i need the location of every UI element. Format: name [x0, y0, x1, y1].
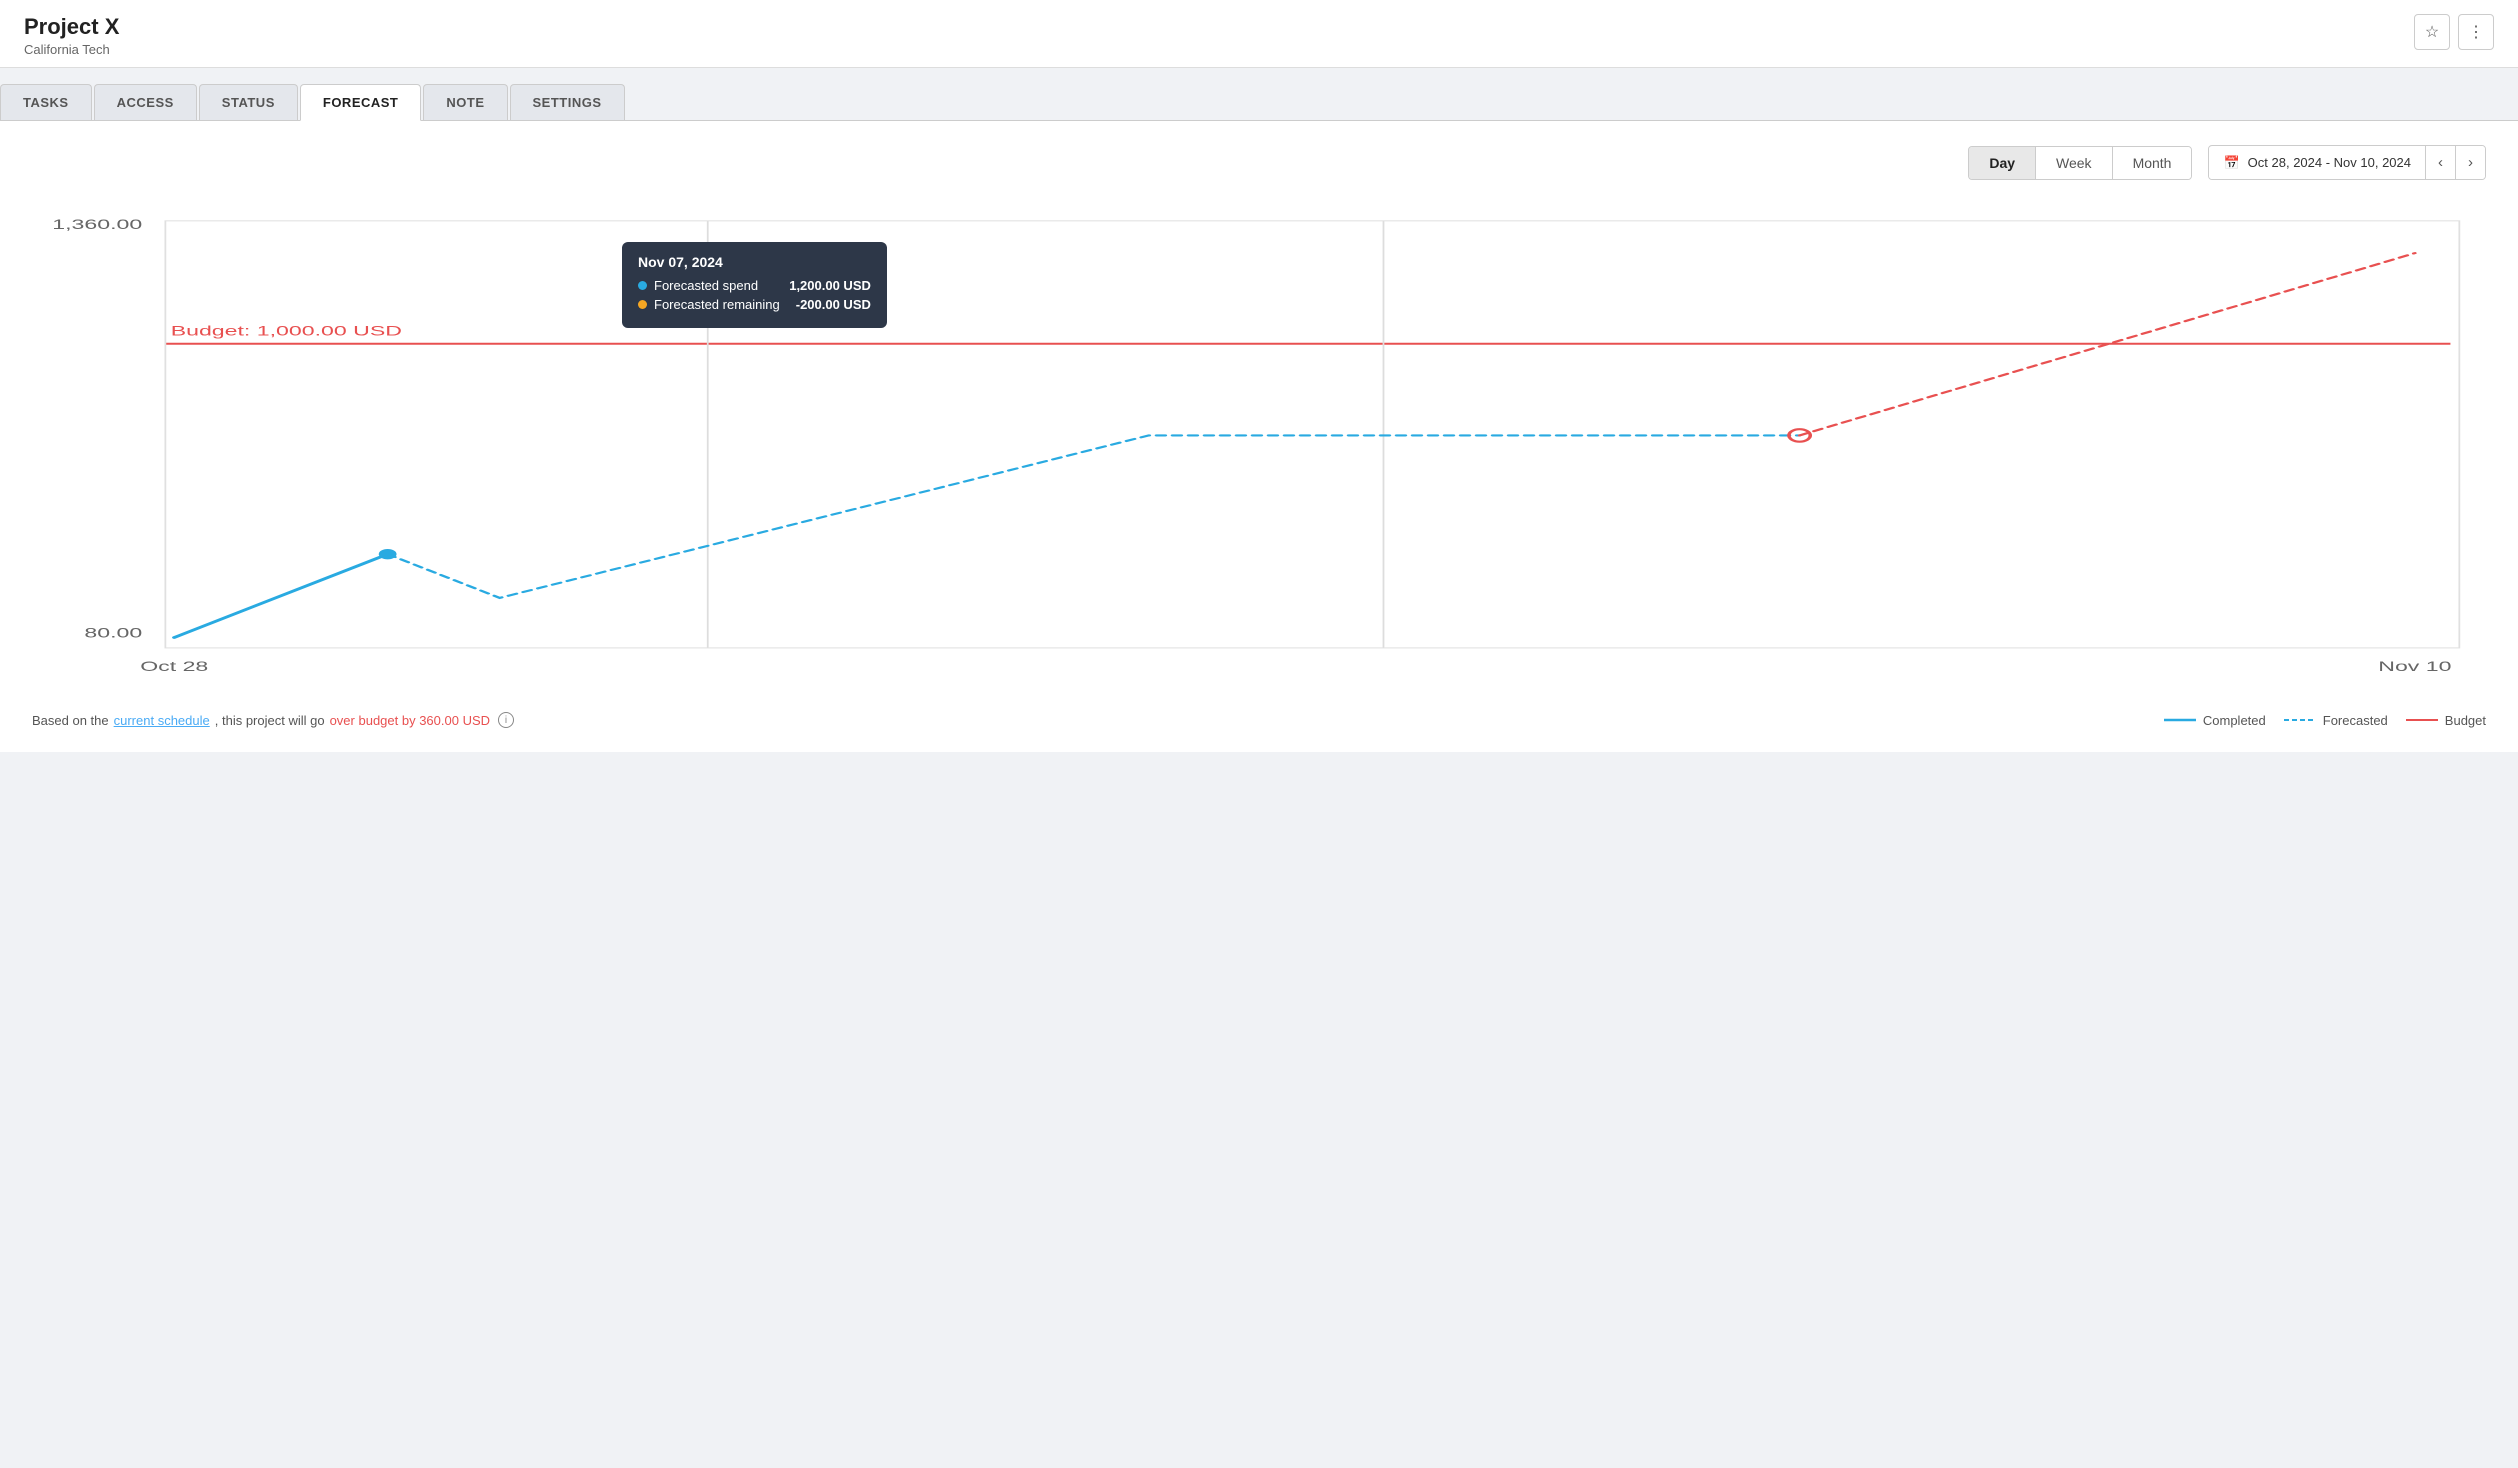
- legend-forecasted-label: Forecasted: [2323, 713, 2388, 728]
- chart-controls: Day Week Month 📅 Oct 28, 2024 - Nov 10, …: [32, 145, 2486, 180]
- tab-note[interactable]: NOTE: [423, 84, 507, 120]
- legend-completed-label: Completed: [2203, 713, 2266, 728]
- more-icon: ⋮: [2468, 22, 2484, 42]
- current-schedule-link[interactable]: current schedule: [114, 713, 210, 728]
- over-budget-text: over budget by 360.00 USD: [330, 713, 490, 728]
- star-button[interactable]: ☆: [2414, 14, 2450, 50]
- calendar-icon: 📅: [2223, 155, 2239, 171]
- project-title: Project X: [24, 14, 119, 40]
- info-icon[interactable]: i: [498, 712, 514, 728]
- svg-text:80.00: 80.00: [84, 626, 142, 641]
- content-area: Day Week Month 📅 Oct 28, 2024 - Nov 10, …: [0, 121, 2518, 752]
- legend-budget-icon: [2406, 714, 2438, 726]
- legend-forecasted: Forecasted: [2284, 713, 2388, 728]
- svg-text:1,360.00: 1,360.00: [52, 218, 142, 233]
- tab-forecast[interactable]: FORECAST: [300, 84, 422, 121]
- date-range-label: 📅 Oct 28, 2024 - Nov 10, 2024: [2209, 147, 2425, 179]
- prev-date-button[interactable]: ‹: [2425, 146, 2455, 179]
- footer-text-before: Based on the: [32, 713, 109, 728]
- chart-svg: 1,360.00 80.00 Budget: 1,000.00 USD: [32, 200, 2486, 700]
- app-header: Project X California Tech ☆ ⋮: [0, 0, 2518, 68]
- date-range-text: Oct 28, 2024 - Nov 10, 2024: [2248, 155, 2411, 170]
- legend-completed: Completed: [2164, 713, 2266, 728]
- svg-text:Nov 10: Nov 10: [2378, 659, 2451, 674]
- chart-legend: Completed Forecasted Budget: [2164, 713, 2486, 728]
- next-date-button[interactable]: ›: [2455, 146, 2485, 179]
- view-month-button[interactable]: Month: [2113, 147, 2192, 179]
- date-range-control: 📅 Oct 28, 2024 - Nov 10, 2024 ‹ ›: [2208, 145, 2486, 180]
- chart-wrapper: 1,360.00 80.00 Budget: 1,000.00 USD: [32, 200, 2486, 700]
- legend-forecasted-icon: [2284, 714, 2316, 726]
- legend-completed-icon: [2164, 714, 2196, 726]
- legend-budget: Budget: [2406, 713, 2486, 728]
- view-toggle: Day Week Month: [1968, 146, 2192, 180]
- tab-bar: TASKS ACCESS STATUS FORECAST NOTE SETTIN…: [0, 68, 2518, 121]
- footer-left: Based on the current schedule , this pro…: [32, 712, 514, 728]
- footer-text-middle: , this project will go: [215, 713, 325, 728]
- more-button[interactable]: ⋮: [2458, 14, 2494, 50]
- legend-budget-label: Budget: [2445, 713, 2486, 728]
- view-week-button[interactable]: Week: [2036, 147, 2113, 179]
- project-subtitle: California Tech: [24, 42, 119, 57]
- chart-footer: Based on the current schedule , this pro…: [32, 712, 2486, 728]
- svg-text:Budget: 1,000.00 USD: Budget: 1,000.00 USD: [171, 324, 402, 339]
- tab-status[interactable]: STATUS: [199, 84, 298, 120]
- tab-settings[interactable]: SETTINGS: [510, 84, 625, 120]
- svg-text:Oct 28: Oct 28: [140, 659, 208, 674]
- tab-tasks[interactable]: TASKS: [0, 84, 92, 120]
- tab-access[interactable]: ACCESS: [94, 84, 197, 120]
- header-actions: ☆ ⋮: [2414, 14, 2494, 50]
- project-info: Project X California Tech: [24, 14, 119, 57]
- star-icon: ☆: [2425, 22, 2439, 42]
- view-day-button[interactable]: Day: [1969, 147, 2036, 179]
